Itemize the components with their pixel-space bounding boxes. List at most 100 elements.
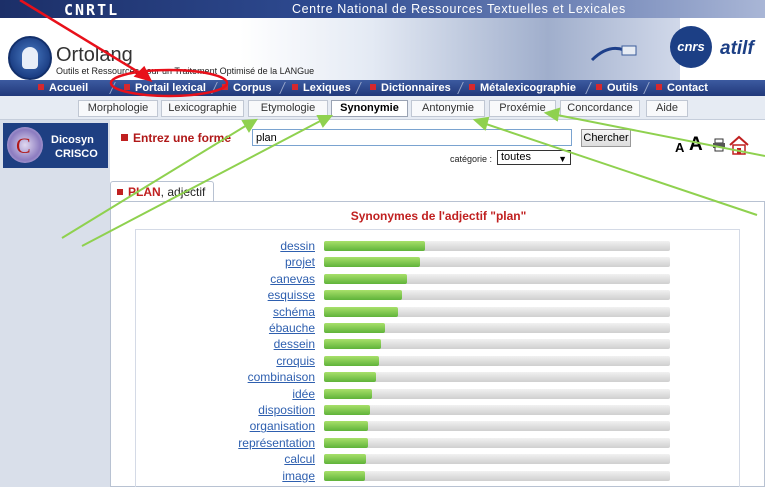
synonym-score-track: [324, 372, 670, 383]
synonym-score-bar: [324, 470, 365, 481]
nav-item-accueil[interactable]: Accueil: [38, 80, 88, 96]
title-bar: CNRTL Centre National de Ressources Text…: [0, 0, 765, 19]
synonym-score-track: [324, 388, 670, 399]
synonym-score-bar: [324, 454, 366, 465]
dicosyn-title: Dicosyn: [51, 134, 94, 146]
ortolang-tagline: Outils et Ressources pour un Traitement …: [56, 66, 315, 76]
nav-item-portail-lexical[interactable]: Portail lexical: [124, 80, 206, 96]
nav-item-metalexicographie[interactable]: Métalexicographie: [469, 80, 576, 96]
nav-item-dictionnaires[interactable]: Dictionnaires: [370, 80, 451, 96]
banner-decorative-text: [300, 22, 580, 76]
crisco-logo-icon: C: [7, 127, 43, 163]
nav-item-outils[interactable]: Outils: [596, 80, 638, 96]
synonym-score-bar: [324, 257, 420, 268]
synonym-score-bar: [324, 306, 398, 317]
synonym-score-track: [324, 323, 670, 333]
synonym-link[interactable]: calcul: [284, 452, 315, 466]
nav-item-label: Dictionnaires: [381, 82, 451, 94]
category-label: catégorie :: [450, 154, 493, 164]
search-input[interactable]: [252, 129, 572, 146]
tab-morphologie[interactable]: Morphologie: [78, 100, 158, 117]
synonym-score-bar: [324, 372, 376, 383]
synonym-link[interactable]: croquis: [276, 354, 315, 368]
synonym-row: croquis: [136, 353, 741, 369]
bullet-square-icon: [38, 84, 44, 90]
tab-proxemie[interactable]: Proxémie: [489, 100, 556, 117]
nav-separator: [109, 82, 116, 94]
investissements-avenir-seal-icon[interactable]: [8, 36, 52, 80]
tab-lexicographie[interactable]: Lexicographie: [161, 100, 244, 117]
bullet-square-icon: [124, 84, 130, 90]
synonym-link[interactable]: représentation: [238, 436, 315, 450]
synonym-score-track: [324, 306, 670, 317]
synonym-link[interactable]: schéma: [273, 305, 315, 319]
synonym-link[interactable]: combinaison: [248, 370, 315, 384]
nav-item-lexiques[interactable]: Lexiques: [292, 80, 351, 96]
synonym-link[interactable]: projet: [285, 255, 315, 269]
nav-separator: [211, 82, 218, 94]
cnrtl-logo[interactable]: CNRTL: [64, 1, 119, 19]
category-select[interactable]: toutes ▼: [497, 150, 571, 165]
synonym-score-bar: [324, 241, 425, 251]
cnrs-logo[interactable]: cnrs: [670, 26, 712, 68]
nav-item-corpus[interactable]: Corpus: [222, 80, 272, 96]
synonym-link[interactable]: dessin: [280, 239, 315, 253]
synonym-row: ébauche: [136, 320, 741, 336]
network-cable-icon: [590, 45, 637, 62]
tab-aide[interactable]: Aide: [646, 100, 688, 117]
synonym-link[interactable]: idée: [292, 387, 315, 401]
synonym-row: dessin: [136, 238, 741, 254]
synonym-row: schéma: [136, 304, 741, 320]
synonym-score-track: [324, 290, 670, 301]
result-tab-label: PLAN, adjectif: [128, 185, 205, 199]
synonym-score-track: [324, 437, 670, 448]
synonym-row: image: [136, 468, 741, 484]
synonym-score-track: [324, 405, 670, 415]
tab-antonymie[interactable]: Antonymie: [411, 100, 485, 117]
synonym-score-bar: [324, 437, 368, 448]
nav-separator: [279, 82, 286, 94]
increase-font-icon[interactable]: A: [689, 134, 703, 156]
result-heading: Synonymes de l'adjectif "plan": [350, 209, 527, 223]
site-header: CNRTL Centre National de Ressources Text…: [0, 0, 765, 80]
sidebar: C Dicosyn CRISCO: [0, 120, 110, 487]
result-category: , adjectif: [160, 185, 206, 199]
home-icon[interactable]: [728, 134, 750, 156]
category-selected-value: toutes: [501, 151, 531, 163]
synonym-score-bar: [324, 388, 372, 399]
sub-nav: Morphologie Lexicographie Etymologie Syn…: [0, 96, 765, 120]
bullet-square-icon: [117, 189, 123, 195]
nav-item-label: Contact: [667, 82, 708, 94]
decrease-font-icon[interactable]: A: [675, 140, 684, 155]
synonym-list: dessin projet canevas esquisse schéma ébauche…: [135, 229, 740, 487]
synonym-link[interactable]: image: [282, 469, 315, 483]
search-button[interactable]: Chercher: [581, 129, 631, 147]
synonym-score-track: [324, 257, 670, 268]
result-tab[interactable]: PLAN, adjectif: [110, 181, 214, 202]
chevron-down-icon: ▼: [558, 154, 567, 164]
ortolang-logo[interactable]: Ortolang: [56, 44, 133, 67]
dicosyn-block[interactable]: C Dicosyn CRISCO: [3, 123, 108, 168]
nav-separator: [643, 82, 650, 94]
tab-concordance[interactable]: Concordance: [560, 100, 640, 117]
synonym-link[interactable]: esquisse: [268, 288, 315, 302]
synonym-score-track: [324, 470, 670, 481]
tab-synonymie[interactable]: Synonymie: [331, 100, 408, 117]
synonym-score-bar: [324, 290, 402, 301]
synonym-link[interactable]: disposition: [258, 403, 315, 417]
print-icon[interactable]: [712, 138, 726, 152]
atilf-logo[interactable]: atilf: [720, 38, 754, 60]
tab-etymologie[interactable]: Etymologie: [248, 100, 328, 117]
synonym-row: projet: [136, 254, 741, 270]
synonym-row: canevas: [136, 271, 741, 287]
synonym-link[interactable]: ébauche: [269, 321, 315, 335]
nav-item-contact[interactable]: Contact: [656, 80, 708, 96]
nav-item-label: Métalexicographie: [480, 82, 576, 94]
synonym-link[interactable]: organisation: [250, 419, 315, 433]
synonym-link[interactable]: canevas: [270, 272, 315, 286]
synonym-score-bar: [324, 421, 368, 432]
synonym-score-track: [324, 241, 670, 251]
synonym-link[interactable]: dessein: [274, 337, 315, 351]
bullet-square-icon: [292, 84, 298, 90]
synonym-score-bar: [324, 355, 379, 366]
